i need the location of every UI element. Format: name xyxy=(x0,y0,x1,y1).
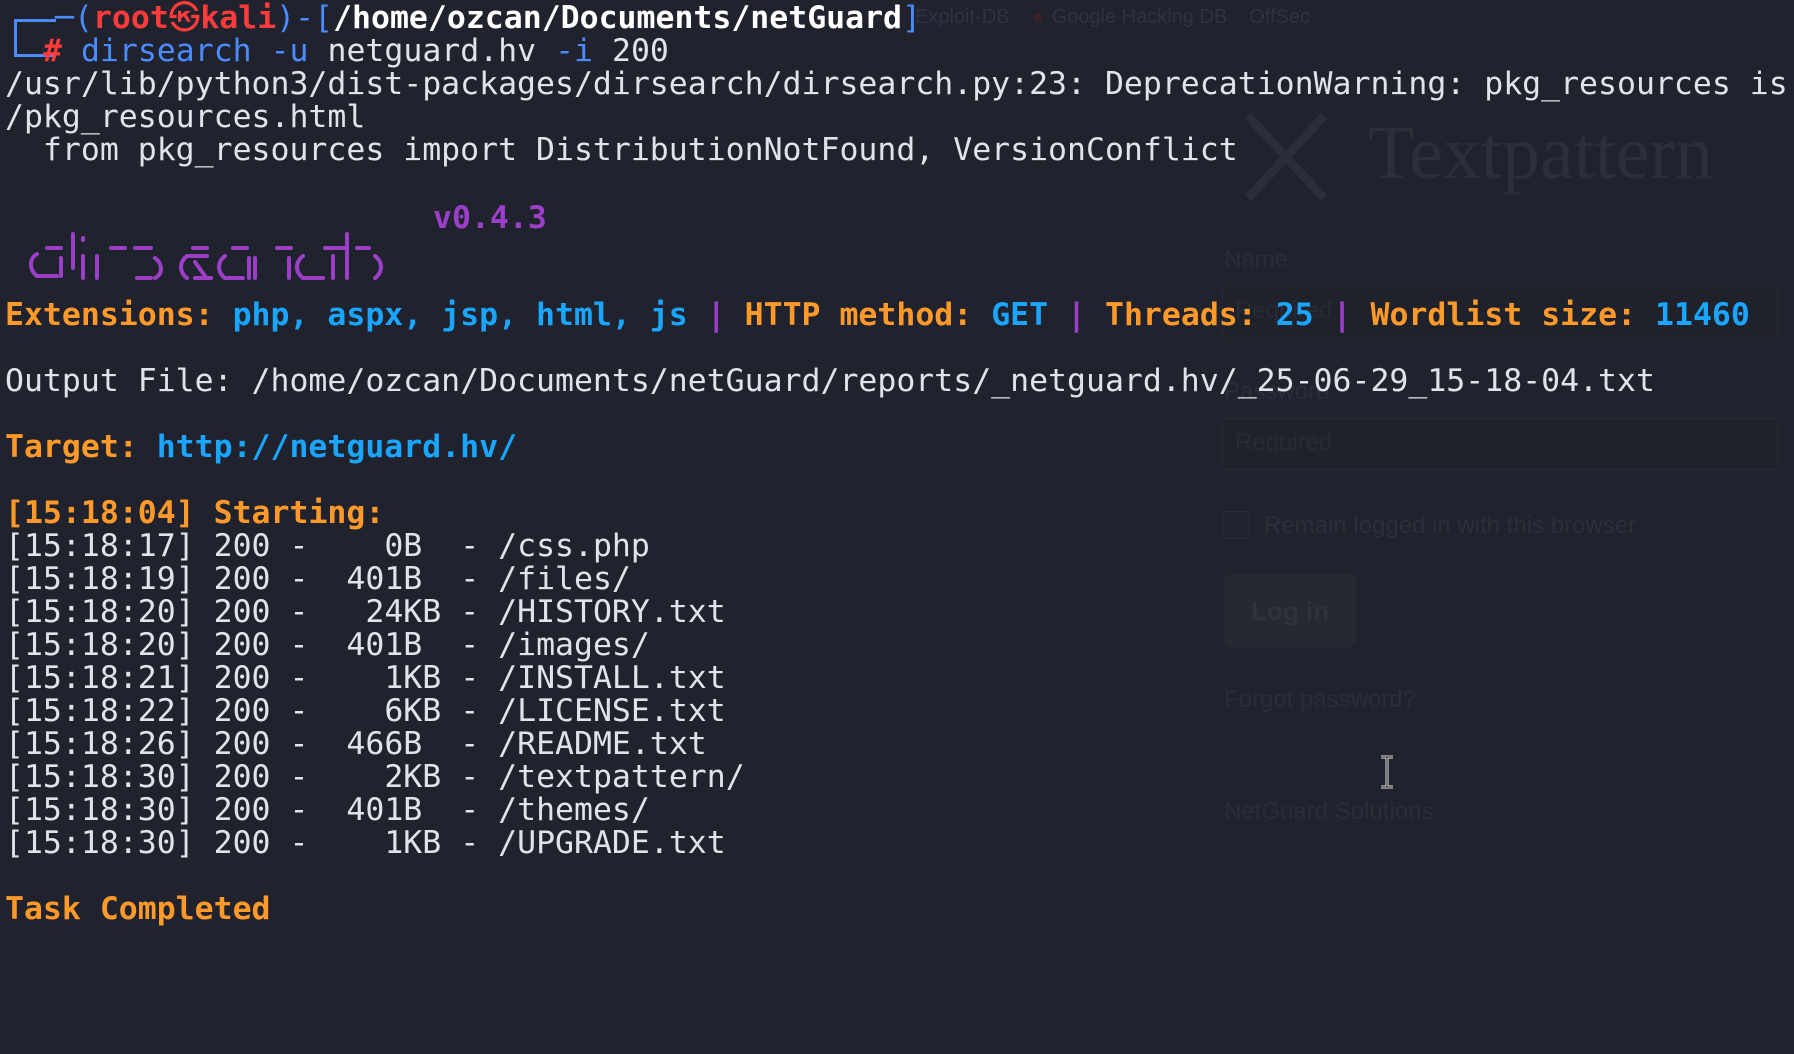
starting-label: Starting: xyxy=(194,495,385,531)
method-value: GET xyxy=(991,297,1049,333)
result-path: /files/ xyxy=(498,561,631,597)
result-time: [15:18:30] xyxy=(5,825,195,861)
prompt-open: ─( xyxy=(55,0,93,36)
result-status-code: 200 xyxy=(213,528,271,564)
result-status-code: 200 xyxy=(213,627,271,663)
prompt-mid: )-[ xyxy=(276,0,334,36)
result-size: 401B xyxy=(327,792,442,828)
result-time: [15:18:20] xyxy=(5,627,195,663)
threads-value: 25 xyxy=(1275,297,1314,333)
text-cursor-icon xyxy=(1381,755,1393,789)
result-size: 401B xyxy=(327,627,442,663)
result-status-code: 200 xyxy=(213,693,271,729)
result-status-code: 200 xyxy=(213,594,271,630)
target-url[interactable]: http://netguard.hv/ xyxy=(157,429,517,465)
prompt-path: /home/ozcan/Documents/netGuard xyxy=(333,0,903,36)
config-line: Extensions: php, aspx, jsp, html, js | H… xyxy=(5,297,1750,335)
result-size: 24KB xyxy=(327,594,442,630)
result-time: [15:18:22] xyxy=(5,693,195,729)
result-status-code: 200 xyxy=(213,825,271,861)
method-label: HTTP method: xyxy=(744,297,992,333)
target-label: Target: xyxy=(5,429,157,465)
result-status-code: 200 xyxy=(213,759,271,795)
result-row: [15:18:30] 200 - 1KB - /UPGRADE.txt xyxy=(5,825,726,861)
output-file-line: Output File: /home/ozcan/Documents/netGu… xyxy=(5,363,1655,399)
extensions-label: Extensions: xyxy=(5,297,233,333)
result-size: 6KB xyxy=(327,693,442,729)
result-time: [15:18:30] xyxy=(5,759,195,795)
result-path: /HISTORY.txt xyxy=(498,594,726,630)
result-time: [15:18:30] xyxy=(5,792,195,828)
prompt-at: ㉿ xyxy=(168,0,201,36)
result-status-code: 200 xyxy=(213,561,271,597)
result-size: 401B xyxy=(327,561,442,597)
result-time: [15:18:21] xyxy=(5,660,195,696)
result-size: 0B xyxy=(327,528,442,564)
warning-line-3: from pkg_resources import DistributionNo… xyxy=(5,132,1238,168)
result-status-code: 200 xyxy=(213,792,271,828)
version-label: v0.4.3 xyxy=(433,200,547,236)
config-separator-2: | xyxy=(1048,297,1105,333)
result-time: [15:18:19] xyxy=(5,561,195,597)
result-path: /themes/ xyxy=(498,792,650,828)
prompt-host: kali xyxy=(200,0,277,36)
result-path: /images/ xyxy=(498,627,650,663)
config-separator-3: | xyxy=(1313,297,1371,333)
prompt-close: ] xyxy=(902,0,921,36)
command-flag-i: -i xyxy=(555,33,594,69)
config-separator-1: | xyxy=(687,297,745,333)
wordlist-value: 11460 xyxy=(1655,297,1750,333)
prompt-hash: # xyxy=(43,33,62,69)
result-path: /css.php xyxy=(498,528,650,564)
command-target: netguard.hv xyxy=(327,33,537,69)
desktop-screen: Exploit-DB ● Google Hacking DB OffSec Textp… xyxy=(0,0,1794,1054)
threads-label: Threads: xyxy=(1105,297,1276,333)
result-status-code: 200 xyxy=(213,660,271,696)
task-completed-line: Task Completed xyxy=(5,891,271,927)
wordlist-label: Wordlist size: xyxy=(1370,297,1656,333)
result-path: /textpattern/ xyxy=(498,759,745,795)
result-time: [15:18:26] xyxy=(5,726,195,762)
result-path: /INSTALL.txt xyxy=(498,660,726,696)
result-path: /LICENSE.txt xyxy=(498,693,726,729)
command-status-code: 200 xyxy=(612,33,669,69)
result-path: /README.txt xyxy=(498,726,707,762)
command-name: dirsearch xyxy=(80,33,252,69)
terminal-output[interactable]: ─(root㉿kali)-[/home/ozcan/Documents/netG… xyxy=(5,0,1794,1054)
target-line: Target: http://netguard.hv/ xyxy=(5,429,517,467)
result-time: [15:18:20] xyxy=(5,594,195,630)
result-status-code: 200 xyxy=(213,726,271,762)
result-size: 1KB xyxy=(327,660,442,696)
dirsearch-banner-art xyxy=(29,232,383,280)
result-size: 2KB xyxy=(327,759,442,795)
prompt-user: root xyxy=(92,0,169,36)
extensions-value: php, aspx, jsp, html, js xyxy=(232,297,688,333)
result-time: [15:18:17] xyxy=(5,528,195,564)
result-size: 1KB xyxy=(327,825,442,861)
result-size: 466B xyxy=(327,726,442,762)
command-flag-u: -u xyxy=(270,33,309,69)
starting-time: [15:18:04] xyxy=(5,495,195,531)
result-path: /UPGRADE.txt xyxy=(498,825,726,861)
